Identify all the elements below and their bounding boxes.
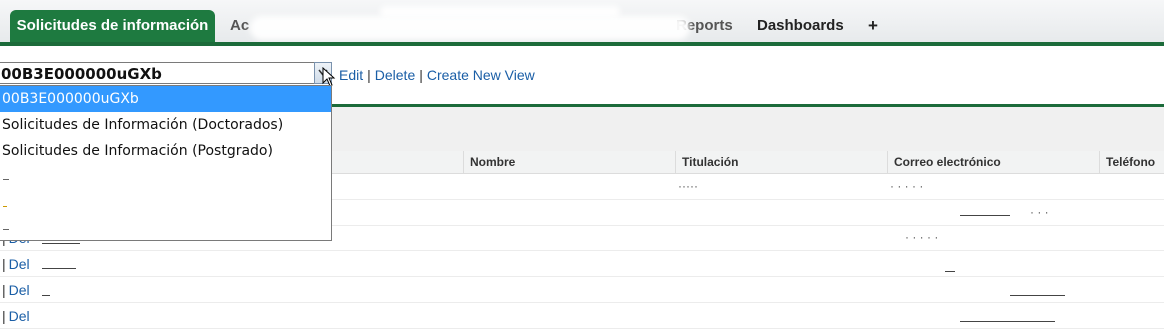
table-row: | Del xyxy=(0,251,1164,277)
view-option-doctorados[interactable]: Solicitudes de Información (Doctorados) xyxy=(0,112,331,138)
mouse-pointer-icon xyxy=(322,67,336,87)
separator: | xyxy=(367,67,371,83)
view-option-redacted[interactable] xyxy=(0,190,331,216)
view-select[interactable]: 00B3E000000uGXb xyxy=(0,62,332,84)
tab-bar: Solicitudes de información Ac Reports Da… xyxy=(0,0,1164,46)
edit-view-link[interactable]: Edit xyxy=(339,67,363,83)
redacted-fragment xyxy=(945,271,955,272)
view-actions: Edit | Delete | Create New View xyxy=(339,67,535,83)
delete-row-link[interactable]: Del xyxy=(9,282,30,298)
separator: | xyxy=(2,308,6,324)
row-actions: |Del xyxy=(2,256,30,272)
redacted-fragment xyxy=(3,179,9,180)
view-select-value: 00B3E000000uGXb xyxy=(1,65,162,83)
separator: | xyxy=(419,67,423,83)
redacted-fragment xyxy=(42,243,80,244)
tab-dashboards[interactable]: Dashboards xyxy=(757,10,844,42)
redaction xyxy=(380,6,620,18)
column-telefono[interactable]: Teléfono xyxy=(1099,151,1164,173)
view-option-redacted[interactable] xyxy=(0,216,331,240)
tab-solicitudes[interactable]: Solicitudes de información xyxy=(10,10,215,44)
redacted-fragment xyxy=(1010,295,1065,296)
redacted-fragment: ····· xyxy=(678,179,698,193)
tab-underline xyxy=(0,42,1164,46)
delete-row-link[interactable]: Del xyxy=(9,308,30,324)
view-option-redacted[interactable] xyxy=(0,164,331,190)
redacted-fragment xyxy=(3,206,7,207)
delete-view-link[interactable]: Delete xyxy=(375,67,415,83)
redaction xyxy=(250,16,690,40)
view-dropdown-list[interactable]: 00B3E000000uGXb Solicitudes de Informaci… xyxy=(0,85,332,241)
redacted-fragment xyxy=(42,268,76,269)
separator: | xyxy=(2,282,6,298)
column-correo[interactable]: Correo electrónico xyxy=(887,151,1099,173)
view-option-selected[interactable]: 00B3E000000uGXb xyxy=(0,86,331,112)
redacted-fragment: · · · · · xyxy=(890,179,924,193)
tab-partial-1[interactable]: Ac xyxy=(230,10,249,42)
redacted-fragment: · · · · · xyxy=(905,230,939,244)
delete-row-link[interactable]: Del xyxy=(9,256,30,272)
redacted-fragment xyxy=(960,215,1010,216)
table-row: | Del xyxy=(0,303,1164,329)
column-titulacion[interactable]: Titulación xyxy=(675,151,887,173)
create-view-link[interactable]: Create New View xyxy=(427,67,535,83)
redacted-fragment xyxy=(42,295,50,296)
view-option-postgrado[interactable]: Solicitudes de Información (Postgrado) xyxy=(0,138,331,164)
separator: | xyxy=(2,256,6,272)
row-actions: |Del xyxy=(2,308,30,324)
add-tab-icon[interactable]: + xyxy=(868,10,878,42)
table-row: | Del xyxy=(0,277,1164,303)
column-nombre[interactable]: Nombre xyxy=(463,151,675,173)
redacted-fragment: · · · xyxy=(1030,205,1049,219)
redacted-fragment xyxy=(960,321,1055,322)
row-actions: |Del xyxy=(2,282,30,298)
redacted-fragment xyxy=(3,229,9,230)
